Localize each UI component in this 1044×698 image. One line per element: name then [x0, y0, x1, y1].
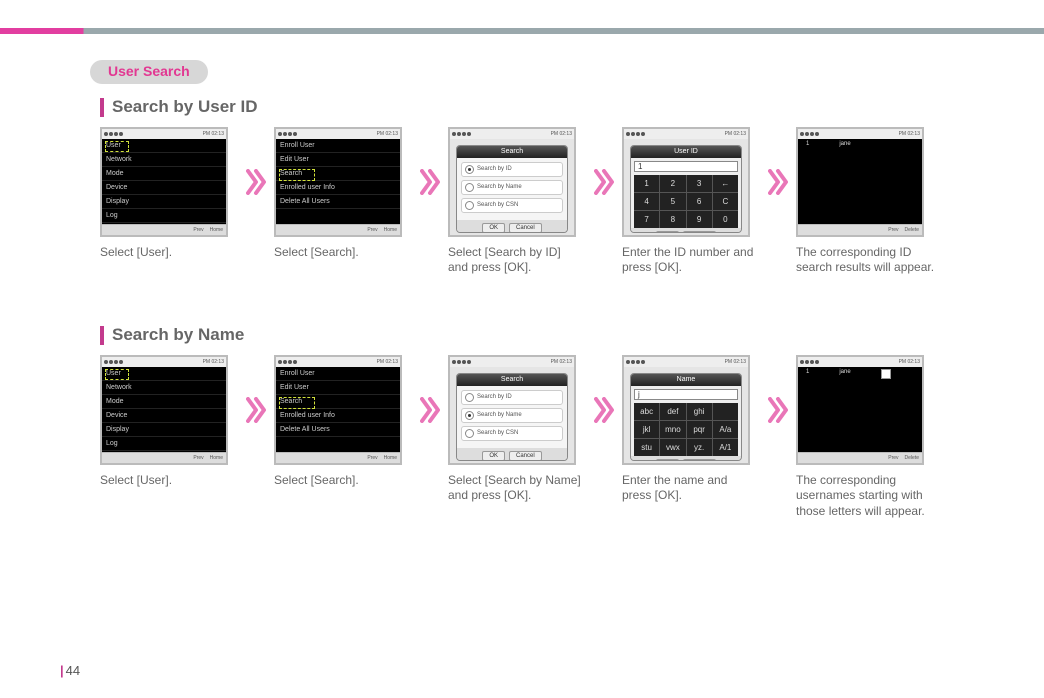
- step: PM 02:13 Search Search by ID Search by N…: [448, 127, 588, 276]
- step-caption: The corresponding usernames starting wit…: [796, 473, 956, 520]
- arrow-icon: [240, 127, 274, 237]
- thumb-search-dialog: PM 02:13 Search Search by ID Search by N…: [448, 355, 576, 465]
- step-caption: Enter the ID number and press [OK].: [622, 245, 762, 276]
- arrow-icon: [588, 127, 622, 237]
- step-caption: The corresponding ID search results will…: [796, 245, 956, 276]
- step: PM 02:13 User Network Mode Device Displa…: [100, 355, 240, 489]
- thumb-userid-dialog: PM 02:13 User ID 1 123← 456C 7890 OKCanc…: [622, 127, 750, 237]
- steps-row-by-id: PM 02:13 User Network Mode Device Displa…: [100, 127, 1044, 276]
- arrow-icon: [240, 355, 274, 465]
- step-caption: Select [Search].: [274, 245, 414, 261]
- section-title-by-id: Search by User ID: [100, 98, 1044, 117]
- top-bar: [0, 28, 1044, 34]
- section-badge: User Search: [90, 60, 208, 84]
- thumb-user-menu: PM 02:13 Enroll User Edit User Search En…: [274, 127, 402, 237]
- page-number: |44: [60, 663, 80, 678]
- arrow-icon: [762, 355, 796, 465]
- page-content: User Search Search by User ID PM 02:13 U…: [0, 0, 1044, 519]
- arrow-icon: [762, 127, 796, 237]
- step-caption: Enter the name and press [OK].: [622, 473, 762, 504]
- step: PM 02:13 1jane PrevDelete The correspond…: [796, 127, 956, 276]
- step: PM 02:13 1jane PrevDelete The correspond…: [796, 355, 956, 520]
- thumb-user-menu: PM 02:13 Enroll User Edit User Search En…: [274, 355, 402, 465]
- step: PM 02:13 Enroll User Edit User Search En…: [274, 127, 414, 261]
- arrow-icon: [588, 355, 622, 465]
- thumb-result: PM 02:13 1jane PrevDelete: [796, 355, 924, 465]
- thumb-search-dialog: PM 02:13 Search Search by ID Search by N…: [448, 127, 576, 237]
- steps-row-by-name: PM 02:13 User Network Mode Device Displa…: [100, 355, 1044, 520]
- step: PM 02:13 Enroll User Edit User Search En…: [274, 355, 414, 489]
- step: PM 02:13 Search Search by ID Search by N…: [448, 355, 588, 504]
- step-caption: Select [User].: [100, 473, 240, 489]
- thumb-main-menu: PM 02:13 User Network Mode Device Displa…: [100, 127, 228, 237]
- section-title-by-name: Search by Name: [100, 326, 1044, 345]
- step: PM 02:13 User Network Mode Device Displa…: [100, 127, 240, 261]
- step-caption: Select [Search].: [274, 473, 414, 489]
- step: PM 02:13 User ID 1 123← 456C 7890 OKCanc…: [622, 127, 762, 276]
- thumb-name-dialog: PM 02:13 Name j abcdefghi jklmnopqrA/a s…: [622, 355, 750, 465]
- arrow-icon: [414, 355, 448, 465]
- step-caption: Select [Search by Name] and press [OK].: [448, 473, 588, 504]
- badge-label: User Search: [108, 63, 190, 79]
- step-caption: Select [Search by ID] and press [OK].: [448, 245, 588, 276]
- step: PM 02:13 Name j abcdefghi jklmnopqrA/a s…: [622, 355, 762, 504]
- arrow-icon: [414, 127, 448, 237]
- thumb-main-menu: PM 02:13 User Network Mode Device Displa…: [100, 355, 228, 465]
- thumb-result: PM 02:13 1jane PrevDelete: [796, 127, 924, 237]
- step-caption: Select [User].: [100, 245, 240, 261]
